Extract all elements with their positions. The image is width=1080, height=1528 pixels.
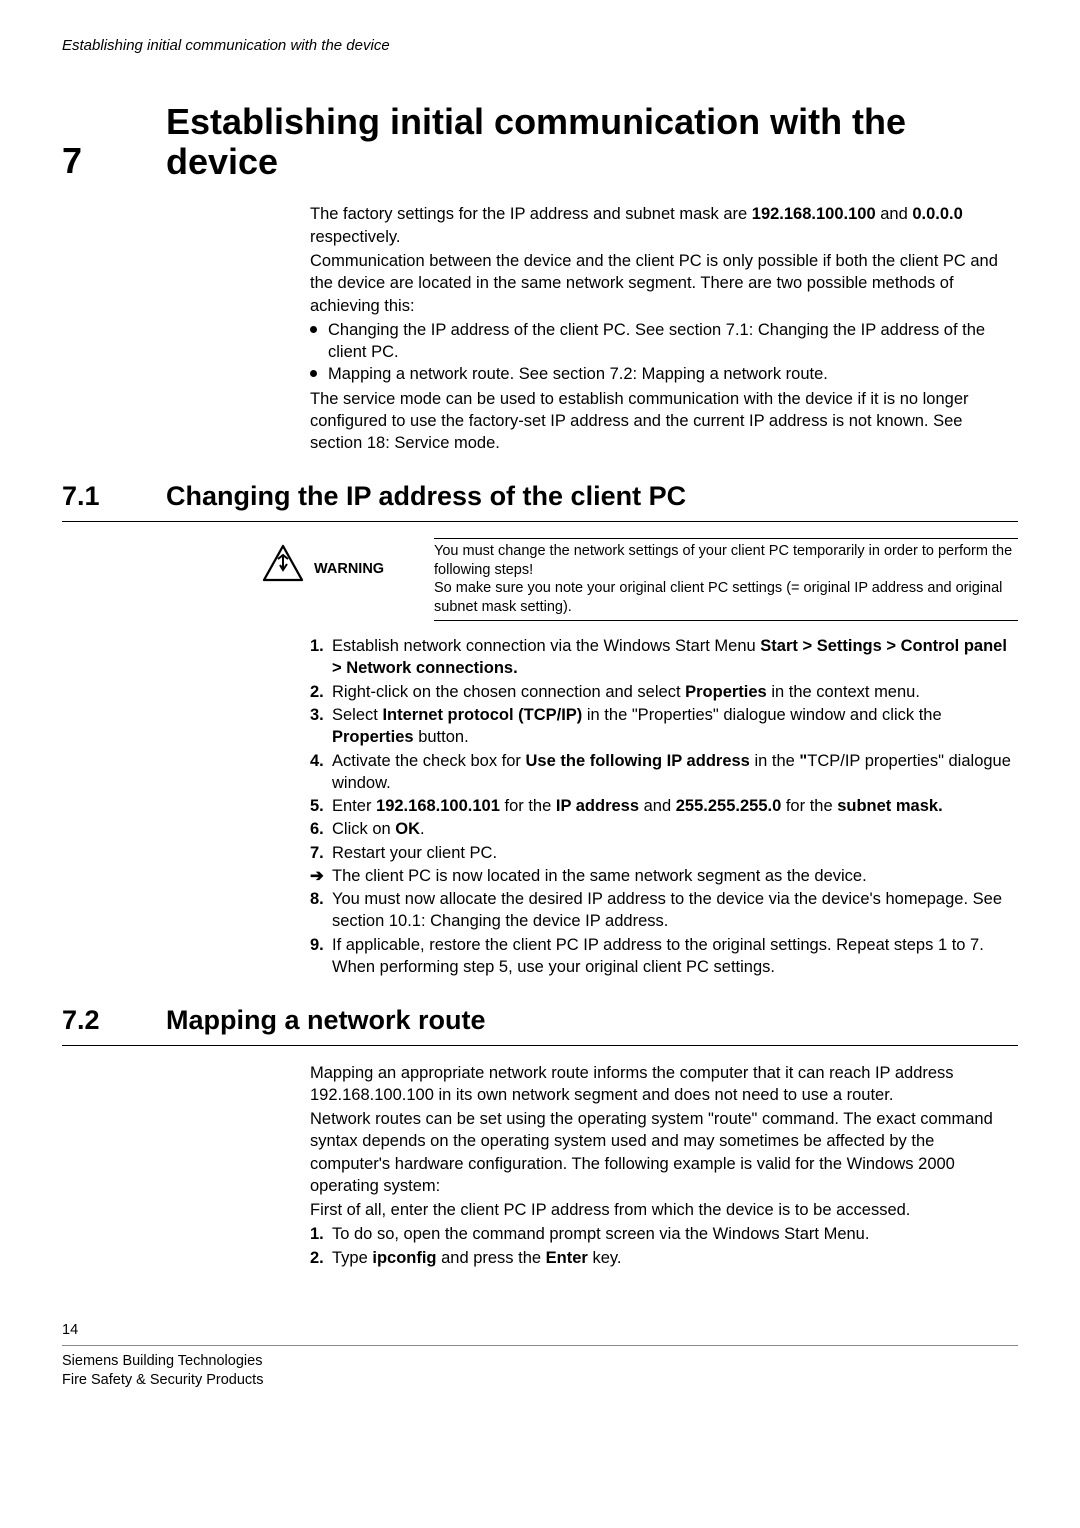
text: To do so, open the command prompt screen… <box>332 1225 869 1243</box>
step-7: 7. Restart your client PC. <box>310 842 1018 864</box>
intro-bullet-1: Changing the IP address of the client PC… <box>310 319 1018 364</box>
section-rule <box>62 521 1018 522</box>
text: button. <box>414 728 469 746</box>
properties-button: Properties <box>332 728 414 746</box>
running-header: Establishing initial communication with … <box>62 36 1018 56</box>
text: If applicable, restore the client PC IP … <box>332 936 984 976</box>
text: The client PC is now located in the same… <box>332 867 867 885</box>
warning-icon <box>262 544 312 582</box>
section-number-7-2: 7.2 <box>62 1002 166 1038</box>
text: and <box>876 205 913 223</box>
text: Establish network connection via the Win… <box>332 637 760 655</box>
text: in the context menu. <box>767 683 920 701</box>
text: for the <box>500 797 556 815</box>
text: Activate the check box for <box>332 752 526 770</box>
footer-line-2: Fire Safety & Security Products <box>62 1371 1018 1391</box>
step-4: 4. Activate the check box for Use the fo… <box>310 750 1018 795</box>
enter-key: Enter <box>546 1249 588 1267</box>
text: . <box>420 820 425 838</box>
text: Type <box>332 1249 372 1267</box>
step-5: 5. Enter 192.168.100.101 for the IP addr… <box>310 795 1018 817</box>
text: respectively. <box>310 228 400 246</box>
step-1: 1. Establish network connection via the … <box>310 635 1018 680</box>
text: Right-click on the chosen connection and… <box>332 683 685 701</box>
ok-button: OK <box>395 820 420 838</box>
sec72-paragraph-2: Network routes can be set using the oper… <box>310 1108 1018 1197</box>
use-ip-label: Use the following IP address <box>526 752 750 770</box>
step-9: 9. If applicable, restore the client PC … <box>310 934 1018 979</box>
text: Enter <box>332 797 376 815</box>
text: for the <box>781 797 837 815</box>
step-2: 2. Right-click on the chosen connection … <box>310 681 1018 703</box>
ip-value: 192.168.100.101 <box>376 797 500 815</box>
ip-default: 192.168.100.100 <box>752 205 876 223</box>
subnet-mask-label: subnet mask. <box>837 797 942 815</box>
intro-bullet-2: Mapping a network route. See section 7.2… <box>310 363 1018 385</box>
step-3: 3. Select Internet protocol (TCP/IP) in … <box>310 704 1018 749</box>
text: key. <box>588 1249 622 1267</box>
sec72-paragraph-1: Mapping an appropriate network route inf… <box>310 1062 1018 1107</box>
text: and <box>639 797 676 815</box>
intro-paragraph-1: The factory settings for the IP address … <box>310 203 1018 248</box>
section-rule <box>62 1045 1018 1046</box>
sec72-paragraph-3: First of all, enter the client PC IP add… <box>310 1199 1018 1221</box>
warning-text: You must change the network settings of … <box>434 538 1018 621</box>
step-8: 8. You must now allocate the desired IP … <box>310 888 1018 933</box>
text: and press the <box>437 1249 546 1267</box>
intro-paragraph-2: Communication between the device and the… <box>310 250 1018 317</box>
text: in the "Properties" dialogue window and … <box>582 706 941 724</box>
result-arrow: The client PC is now located in the same… <box>310 865 1018 887</box>
properties-label: Properties <box>685 683 767 701</box>
page-number: 14 <box>62 1321 1018 1341</box>
chapter-number: 7 <box>62 143 166 181</box>
text: in the <box>750 752 800 770</box>
section-number-7-1: 7.1 <box>62 478 166 514</box>
sec72-step-2: 2. Type ipconfig and press the Enter key… <box>310 1247 1018 1269</box>
chapter-title: Establishing initial communication with … <box>166 102 1018 181</box>
intro-paragraph-3: The service mode can be used to establis… <box>310 388 1018 455</box>
warning-label: WARNING <box>312 560 434 580</box>
text: Restart your client PC. <box>332 844 497 862</box>
step-6: 6. Click on OK. <box>310 818 1018 840</box>
section-title-7-2: Mapping a network route <box>166 1002 486 1038</box>
mask-value: 255.255.255.0 <box>676 797 782 815</box>
text: You must now allocate the desired IP add… <box>332 890 1002 930</box>
text: The factory settings for the IP address … <box>310 205 752 223</box>
mask-default: 0.0.0.0 <box>912 205 962 223</box>
section-title-7-1: Changing the IP address of the client PC <box>166 478 686 514</box>
sec72-step-1: 1. To do so, open the command prompt scr… <box>310 1223 1018 1245</box>
tcpip-label: Internet protocol (TCP/IP) <box>382 706 582 724</box>
footer-rule <box>62 1345 1018 1346</box>
text: Click on <box>332 820 395 838</box>
text: Select <box>332 706 382 724</box>
footer-line-1: Siemens Building Technologies <box>62 1352 1018 1372</box>
ipconfig-cmd: ipconfig <box>372 1249 436 1267</box>
ip-label: IP address <box>556 797 639 815</box>
